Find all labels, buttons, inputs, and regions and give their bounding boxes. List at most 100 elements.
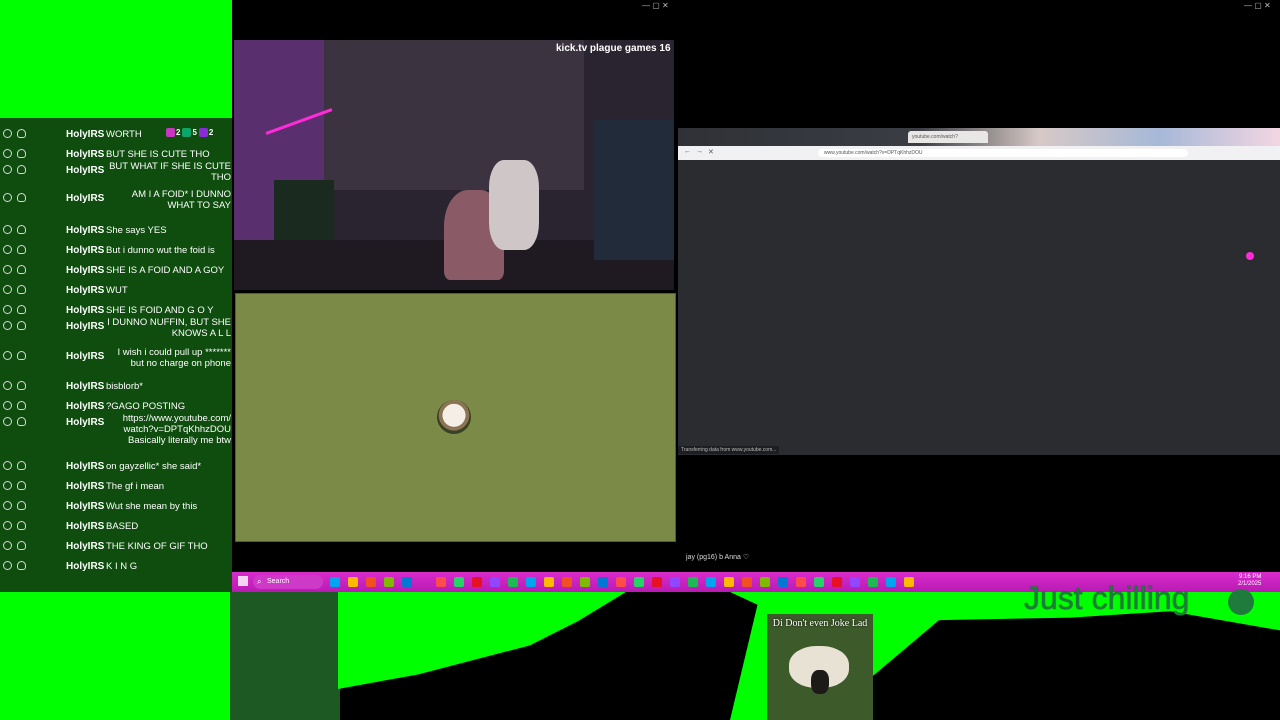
user-icon[interactable]	[17, 193, 26, 202]
moderation-icon[interactable]	[3, 245, 12, 254]
taskbar-app-icon[interactable]	[796, 577, 806, 587]
reload-icon[interactable]: ✕	[708, 148, 714, 156]
browser-active-tab[interactable]: youtube.com/watch?v=DPTqKhhzDOU	[908, 131, 988, 152]
moderation-icon[interactable]	[3, 521, 12, 530]
chat-username[interactable]: HolyIRS	[66, 541, 104, 552]
user-icon[interactable]	[17, 245, 26, 254]
moderation-icon[interactable]	[3, 381, 12, 390]
moderation-icon[interactable]	[3, 401, 12, 410]
moderation-icon[interactable]	[3, 225, 12, 234]
moderation-icon[interactable]	[3, 351, 12, 360]
chat-username[interactable]: HolyIRS	[66, 401, 104, 412]
taskbar-app-icon[interactable]	[580, 577, 590, 587]
user-icon[interactable]	[17, 561, 26, 570]
moderation-icon[interactable]	[3, 129, 12, 138]
taskbar-app-icon[interactable]	[472, 577, 482, 587]
chat-username[interactable]: HolyIRS	[66, 417, 104, 428]
taskbar-app-icon[interactable]	[490, 577, 500, 587]
moderation-icon[interactable]	[3, 461, 12, 470]
chat-username[interactable]: HolyIRS	[66, 245, 104, 256]
chat-username[interactable]: HolyIRS	[66, 285, 104, 296]
moderation-icon[interactable]	[3, 149, 12, 158]
moderation-icon[interactable]	[3, 561, 12, 570]
moderation-icon[interactable]	[3, 417, 12, 426]
chat-username[interactable]: HolyIRS	[66, 193, 104, 204]
taskbar-app-icon[interactable]	[778, 577, 788, 587]
user-icon[interactable]	[17, 461, 26, 470]
right-window-controls[interactable]: — ▢ ✕	[1244, 1, 1271, 10]
chat-username[interactable]: HolyIRS	[66, 351, 104, 362]
user-icon[interactable]	[17, 285, 26, 294]
chat-username[interactable]: HolyIRS	[66, 305, 104, 316]
chat-username[interactable]: HolyIRS	[66, 481, 104, 492]
user-icon[interactable]	[17, 401, 26, 410]
browser-window[interactable]: youtube.com/watch?v=DPTqKhhzDOU ← → ✕ ww…	[678, 128, 1280, 455]
chat-username[interactable]: HolyIRS	[66, 501, 104, 512]
moderation-icon[interactable]	[3, 265, 12, 274]
chat-username[interactable]: HolyIRS	[66, 321, 104, 332]
moderation-icon[interactable]	[3, 285, 12, 294]
user-icon[interactable]	[17, 165, 26, 174]
user-icon[interactable]	[17, 149, 26, 158]
taskbar-app-icon[interactable]	[868, 577, 878, 587]
user-icon[interactable]	[17, 129, 26, 138]
user-icon[interactable]	[17, 381, 26, 390]
moderation-icon[interactable]	[3, 541, 12, 550]
taskbar-clock[interactable]: 9:16 PM 2/1/2025	[1238, 574, 1261, 588]
moderation-icon[interactable]	[3, 165, 12, 174]
taskbar-app-icon[interactable]	[402, 577, 412, 587]
chat-username[interactable]: HolyIRS	[66, 149, 104, 160]
taskbar-app-icon[interactable]	[598, 577, 608, 587]
taskbar-app-icon[interactable]	[886, 577, 896, 587]
taskbar-app-icon[interactable]	[562, 577, 572, 587]
back-icon[interactable]: ←	[684, 148, 691, 155]
chat-username[interactable]: HolyIRS	[66, 561, 104, 572]
taskbar-app-icon[interactable]	[526, 577, 536, 587]
start-icon[interactable]	[238, 576, 248, 586]
chat-username[interactable]: HolyIRS	[66, 225, 104, 236]
taskbar-app-icon[interactable]	[706, 577, 716, 587]
taskbar-app-icon[interactable]	[544, 577, 554, 587]
browser-address-bar[interactable]: www.youtube.com/watch?v=DPTqKhhzDOU	[818, 149, 1188, 157]
taskbar-app-icon[interactable]	[850, 577, 860, 587]
user-icon[interactable]	[17, 305, 26, 314]
user-icon[interactable]	[17, 481, 26, 490]
moderation-icon[interactable]	[3, 321, 12, 330]
taskbar-app-icon[interactable]	[366, 577, 376, 587]
moderation-icon[interactable]	[3, 193, 12, 202]
taskbar-app-icon[interactable]	[688, 577, 698, 587]
taskbar-app-icon[interactable]	[454, 577, 464, 587]
taskbar-app-icon[interactable]	[616, 577, 626, 587]
taskbar-app-icon[interactable]	[436, 577, 446, 587]
chat-username[interactable]: HolyIRS	[66, 521, 104, 532]
moderation-icon[interactable]	[3, 305, 12, 314]
taskbar-app-icon[interactable]	[670, 577, 680, 587]
chat-username[interactable]: HolyIRS	[66, 165, 104, 176]
taskbar-app-icon[interactable]	[348, 577, 358, 587]
moderation-icon[interactable]	[3, 501, 12, 510]
user-icon[interactable]	[17, 417, 26, 426]
taskbar-app-icon[interactable]	[330, 577, 340, 587]
forward-icon[interactable]: →	[696, 148, 703, 155]
user-icon[interactable]	[17, 501, 26, 510]
taskbar-search[interactable]: ⌕ Search	[253, 575, 323, 589]
left-window-controls[interactable]: — ▢ ✕	[642, 1, 669, 10]
taskbar-app-icon[interactable]	[742, 577, 752, 587]
chat-username[interactable]: HolyIRS	[66, 129, 104, 140]
chat-username[interactable]: HolyIRS	[66, 265, 104, 276]
taskbar-app-icon[interactable]	[724, 577, 734, 587]
taskbar-app-icon[interactable]	[760, 577, 770, 587]
taskbar-app-icon[interactable]	[634, 577, 644, 587]
taskbar-app-icon[interactable]	[652, 577, 662, 587]
user-icon[interactable]	[17, 521, 26, 530]
taskbar-app-icon[interactable]	[832, 577, 842, 587]
taskbar-app-icon[interactable]	[814, 577, 824, 587]
taskbar-app-icon[interactable]	[508, 577, 518, 587]
taskbar-app-icon[interactable]	[384, 577, 394, 587]
browser-tab-strip[interactable]: youtube.com/watch?v=DPTqKhhzDOU	[678, 128, 1280, 152]
taskbar-app-icon[interactable]	[904, 577, 914, 587]
moderation-icon[interactable]	[3, 481, 12, 490]
user-icon[interactable]	[17, 225, 26, 234]
chat-username[interactable]: HolyIRS	[66, 381, 104, 392]
user-icon[interactable]	[17, 321, 26, 330]
